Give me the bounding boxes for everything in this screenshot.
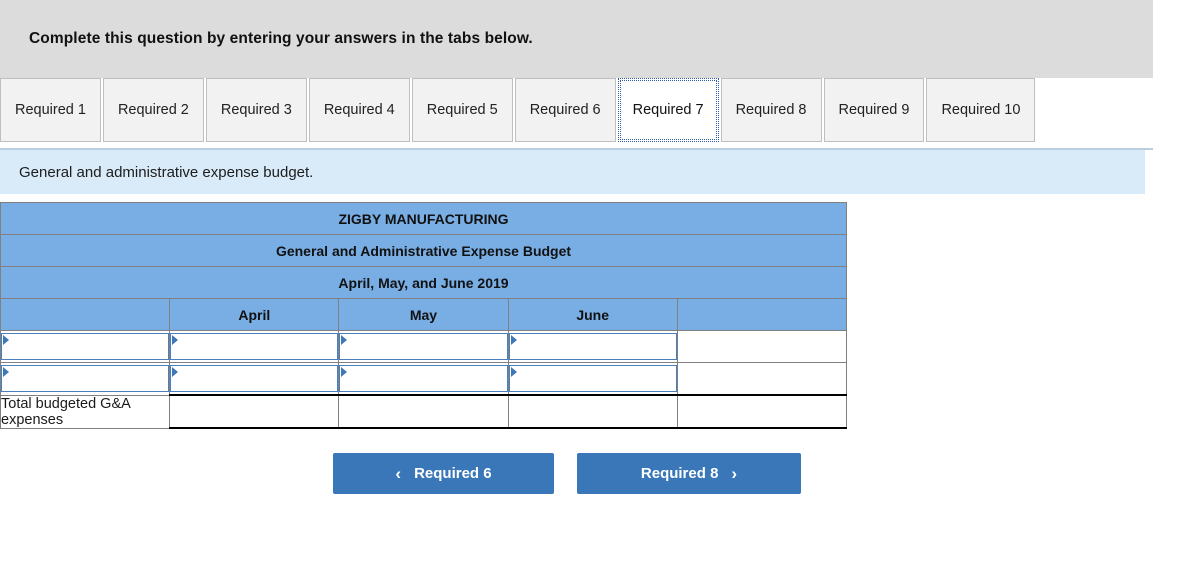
budget-period-cell: April, May, and June 2019 bbox=[0, 266, 847, 299]
cell-picker-triangle-icon[interactable] bbox=[341, 335, 348, 345]
tab-label: Required 4 bbox=[323, 102, 395, 118]
cell-picker-triangle-icon[interactable] bbox=[3, 367, 9, 378]
row1-trailing-cell bbox=[676, 330, 848, 363]
budget-table-container: ZIGBY MANUFACTURING General and Administ… bbox=[0, 202, 848, 429]
tab-required-1[interactable]: Required 1 bbox=[0, 78, 101, 142]
tab-label: Required 5 bbox=[426, 102, 498, 118]
tab-required-2[interactable]: Required 2 bbox=[102, 78, 204, 142]
tab-required-9[interactable]: Required 9 bbox=[823, 78, 925, 142]
row2-may-cell[interactable] bbox=[338, 362, 509, 396]
row1-label-input[interactable] bbox=[1, 333, 170, 360]
column-header-row: April May June bbox=[0, 298, 848, 331]
row2-june-input[interactable] bbox=[508, 365, 677, 392]
row1-may-input[interactable] bbox=[339, 333, 508, 360]
column-header-may: May bbox=[338, 298, 509, 331]
tab-label: Required 9 bbox=[838, 102, 910, 118]
total-label-cell: Total budgeted G&A expenses bbox=[0, 394, 171, 429]
row2-label-input[interactable] bbox=[1, 365, 170, 393]
cell-picker-triangle-icon[interactable] bbox=[341, 367, 348, 377]
tab-label: Required 3 bbox=[220, 102, 292, 118]
total-june-cell[interactable] bbox=[507, 394, 678, 429]
tab-required-10[interactable]: Required 10 bbox=[926, 78, 1036, 142]
cell-picker-triangle-icon[interactable] bbox=[3, 335, 9, 345]
column-header-blank-0 bbox=[0, 298, 171, 331]
row2-label-cell[interactable] bbox=[0, 362, 171, 396]
cell-picker-triangle-icon[interactable] bbox=[510, 335, 517, 345]
company-name-cell: ZIGBY MANUFACTURING bbox=[0, 202, 847, 235]
tab-required-7[interactable]: Required 7 bbox=[617, 78, 719, 142]
row2-april-input[interactable] bbox=[170, 365, 339, 392]
table-title-row-1: ZIGBY MANUFACTURING bbox=[0, 202, 847, 235]
tab-required-5[interactable]: Required 5 bbox=[411, 78, 513, 142]
column-header-april: April bbox=[169, 298, 340, 331]
tab-required-8[interactable]: Required 8 bbox=[720, 78, 822, 142]
table-title-row-3: April, May, and June 2019 bbox=[0, 266, 847, 299]
total-april-cell[interactable] bbox=[169, 394, 340, 429]
next-required-button[interactable]: Required 8 › bbox=[577, 453, 801, 494]
total-may-cell[interactable] bbox=[338, 394, 509, 429]
row1-june-input[interactable] bbox=[508, 333, 677, 360]
tab-required-3[interactable]: Required 3 bbox=[205, 78, 307, 142]
table-row bbox=[0, 362, 848, 396]
total-trailing-cell bbox=[676, 394, 848, 429]
tab-label: Required 8 bbox=[735, 102, 807, 118]
table-row bbox=[0, 330, 848, 363]
required-tabs: Required 1 Required 2 Required 3 Required 4… bbox=[0, 78, 1153, 150]
prev-required-button[interactable]: ‹ Required 6 bbox=[333, 453, 554, 494]
row1-april-cell[interactable] bbox=[169, 330, 340, 363]
column-header-june: June bbox=[507, 298, 678, 331]
tab-label: Required 10 bbox=[941, 102, 1021, 118]
tab-required-6[interactable]: Required 6 bbox=[514, 78, 616, 142]
column-header-blank-4 bbox=[676, 298, 848, 331]
ga-expense-budget-table: ZIGBY MANUFACTURING General and Administ… bbox=[0, 202, 848, 429]
tab-label: Required 7 bbox=[632, 102, 704, 118]
tab-label: Required 2 bbox=[117, 102, 189, 118]
prev-required-label: Required 6 bbox=[414, 465, 492, 482]
total-row: Total budgeted G&A expenses bbox=[0, 394, 848, 429]
row1-june-cell[interactable] bbox=[507, 330, 678, 363]
tab-required-4[interactable]: Required 4 bbox=[308, 78, 410, 142]
tab-label: Required 6 bbox=[529, 102, 601, 118]
cell-picker-triangle-icon[interactable] bbox=[172, 335, 179, 345]
cell-picker-triangle-icon[interactable] bbox=[510, 367, 517, 377]
row2-may-input[interactable] bbox=[339, 365, 508, 392]
row1-label-cell[interactable] bbox=[0, 330, 171, 363]
row1-may-cell[interactable] bbox=[338, 330, 509, 363]
row2-june-cell[interactable] bbox=[507, 362, 678, 396]
sub-instruction-text: General and administrative expense budge… bbox=[19, 163, 314, 181]
sub-instruction-bar: General and administrative expense budge… bbox=[0, 150, 1145, 194]
tab-label: Required 1 bbox=[15, 102, 86, 118]
cell-picker-triangle-icon[interactable] bbox=[172, 367, 179, 377]
row2-trailing-cell bbox=[676, 362, 848, 396]
tab-navigation: ‹ Required 6 Required 8 › bbox=[0, 453, 1187, 494]
next-required-label: Required 8 bbox=[640, 465, 719, 482]
budget-name-cell: General and Administrative Expense Budge… bbox=[0, 234, 847, 267]
instruction-banner: Complete this question by entering your … bbox=[0, 0, 1153, 78]
table-title-row-2: General and Administrative Expense Budge… bbox=[0, 234, 847, 267]
instruction-banner-text: Complete this question by entering your … bbox=[29, 30, 533, 47]
row1-april-input[interactable] bbox=[170, 333, 339, 360]
chevron-right-icon: › bbox=[731, 464, 738, 483]
chevron-left-icon: ‹ bbox=[395, 464, 402, 483]
row2-april-cell[interactable] bbox=[169, 362, 340, 396]
